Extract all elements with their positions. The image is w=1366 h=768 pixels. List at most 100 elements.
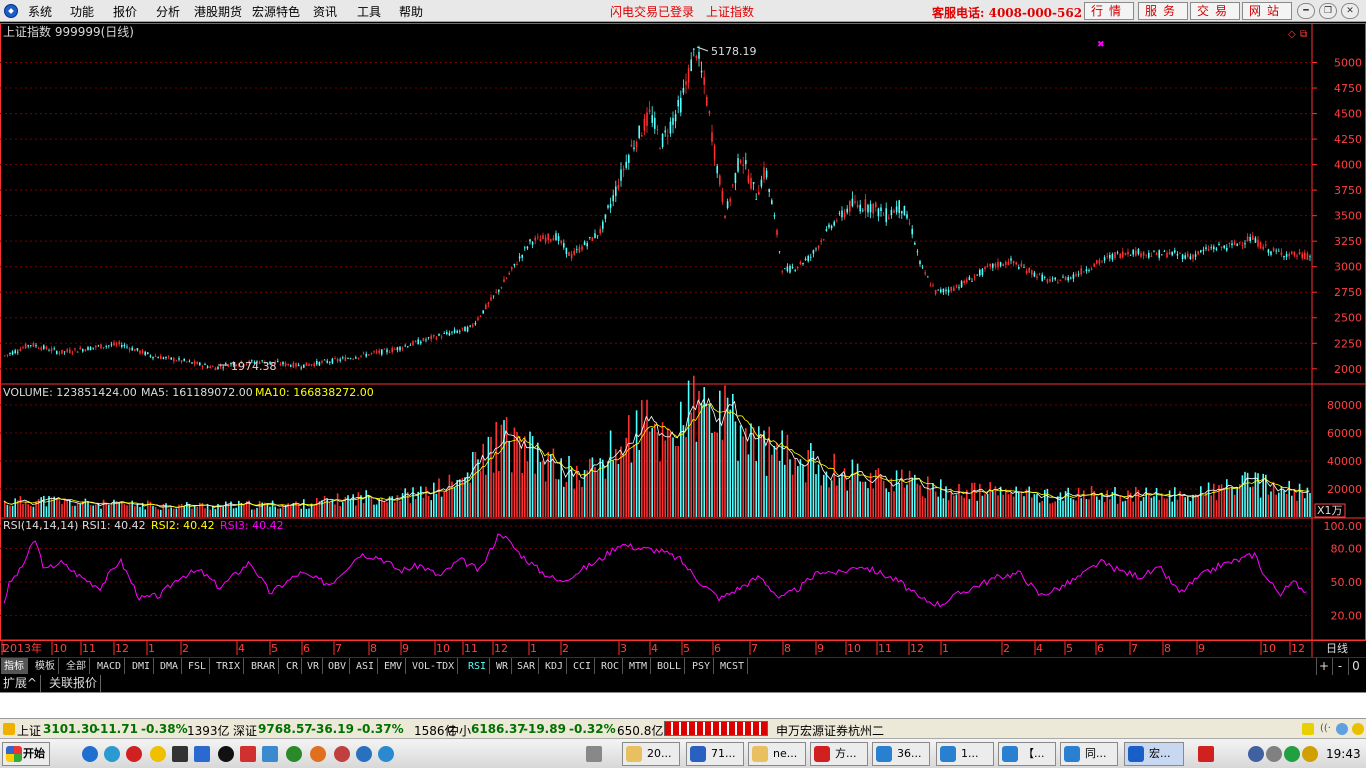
volume-bar (433, 482, 435, 517)
ie-blue-icon[interactable] (378, 746, 394, 762)
tab-control-1[interactable]: - (1332, 658, 1347, 675)
indicator-tab-dma[interactable]: DMA (157, 658, 183, 674)
close-icon[interactable]: ✕ (1341, 3, 1359, 19)
restore-icon[interactable]: ❐ (1319, 3, 1337, 19)
indicator-tab-指标[interactable]: 指标 (1, 658, 28, 674)
service-button[interactable]: 服务 (1138, 2, 1188, 20)
volume-bar (412, 487, 414, 517)
volume-bar (968, 499, 971, 517)
app-logo-icon[interactable] (4, 4, 18, 18)
indicator-tab-kdj[interactable]: KDJ (542, 658, 568, 674)
date-label: 5 (683, 642, 690, 655)
volume-bar (1127, 490, 1129, 517)
media-icon[interactable] (172, 746, 188, 762)
indicator-tab-模板[interactable]: 模板 (32, 658, 59, 674)
orange-icon[interactable] (310, 746, 326, 762)
keyboard-icon[interactable] (586, 746, 602, 762)
login-status[interactable]: 闪电交易已登录 (610, 3, 694, 20)
tray-icon-1[interactable] (1248, 746, 1264, 762)
indicator-tab-cr[interactable]: CR (283, 658, 303, 674)
menu-quote[interactable]: 报价 (113, 3, 137, 20)
indicator-tab-obv[interactable]: OBV (325, 658, 351, 674)
volume-bar (225, 501, 227, 517)
volume-bar (321, 500, 323, 517)
smiley-icon[interactable] (150, 746, 166, 762)
market-button[interactable]: 行情 (1084, 2, 1134, 20)
indicator-tab-cci[interactable]: CCI (570, 658, 596, 674)
tray-icon-3[interactable] (1284, 746, 1300, 762)
menu-help[interactable]: 帮助 (399, 3, 423, 20)
volume-bar (846, 490, 848, 517)
volume-bar (1259, 497, 1262, 517)
ie-red-icon[interactable] (126, 746, 142, 762)
indicator-tab-vol-tdx[interactable]: VOL-TDX (409, 658, 459, 674)
indicator-tab-fsl[interactable]: FSL (185, 658, 211, 674)
task-item-4[interactable]: 方... (810, 742, 868, 766)
candle-body (544, 237, 547, 243)
volume-bar (1132, 501, 1134, 517)
menu-tools[interactable]: 工具 (357, 3, 381, 20)
indicator-tab-brar[interactable]: BRAR (248, 658, 280, 674)
task-item-6[interactable]: 1... (936, 742, 994, 766)
folder-icon[interactable] (262, 746, 278, 762)
candle-body (401, 347, 404, 349)
indicator-tab-macd[interactable]: MACD (94, 658, 126, 674)
tray-icon-4[interactable] (1302, 746, 1318, 762)
menu-system[interactable]: 系统 (28, 3, 52, 20)
menu-hk-futures[interactable]: 港股期货 (194, 3, 242, 20)
tab-control-0[interactable]: + (1316, 658, 1331, 675)
kline-chart[interactable]: 2000225025002750300032503500375040004250… (0, 23, 1366, 657)
qq-icon[interactable] (218, 746, 234, 762)
indicator-tab-sar[interactable]: SAR (514, 658, 540, 674)
chrome-icon[interactable] (356, 746, 372, 762)
indicator-tab-mtm[interactable]: MTM (626, 658, 652, 674)
task-item-8[interactable]: 同... (1060, 742, 1118, 766)
lock-icon[interactable] (1302, 723, 1314, 735)
indicator-tab-mcst[interactable]: MCST (717, 658, 749, 674)
task-item-2[interactable]: 71... (686, 742, 744, 766)
task-item-7[interactable]: 【... (998, 742, 1056, 766)
task-item-1[interactable]: 20... (622, 742, 680, 766)
menu-function[interactable]: 功能 (70, 3, 94, 20)
trade-button[interactable]: 交易 (1190, 2, 1240, 20)
volume-bar (1031, 497, 1033, 517)
app-icon[interactable] (194, 746, 210, 762)
task-item-3[interactable]: ne... (748, 742, 806, 766)
red-icon[interactable] (334, 746, 350, 762)
tray-flag-icon[interactable] (1198, 746, 1214, 762)
tab-control-2[interactable]: 0 (1348, 658, 1363, 675)
expand-tab[interactable]: 扩展^ (0, 675, 42, 692)
indicator-tab-asi[interactable]: ASI (353, 658, 379, 674)
menu-news[interactable]: 资讯 (313, 3, 337, 20)
indicator-tab-wr[interactable]: WR (493, 658, 513, 674)
minimize-icon[interactable]: ━ (1297, 3, 1315, 19)
indicator-tab-roc[interactable]: ROC (598, 658, 624, 674)
tray-icon-2[interactable] (1266, 746, 1282, 762)
indicator-tab-trix[interactable]: TRIX (213, 658, 245, 674)
chart-area[interactable]: 2000 2250 2500 2750 3000 3250 3500 3750 4000 4250… (0, 23, 1366, 675)
task-item-5[interactable]: 36... (872, 742, 930, 766)
indicator-tab-全部[interactable]: 全部 (63, 658, 90, 674)
tool-icon[interactable] (240, 746, 256, 762)
candle-body (305, 362, 308, 366)
ma5-legend: MA5: 161189072.00 (141, 386, 253, 399)
menu-hongyuan[interactable]: 宏源特色 (252, 3, 300, 20)
related-quote-tab[interactable]: 关联报价 (46, 675, 102, 692)
menu-analysis[interactable]: 分析 (156, 3, 180, 20)
indicator-tab-rsi[interactable]: RSI (465, 658, 491, 674)
browser-icon[interactable] (104, 746, 120, 762)
volume-bar (134, 506, 136, 517)
green-icon[interactable] (286, 746, 302, 762)
volume-bar (1246, 472, 1249, 517)
ie-icon[interactable] (82, 746, 98, 762)
indicator-tab-dmi[interactable]: DMI (129, 658, 155, 674)
indicator-tab-psy[interactable]: PSY (689, 658, 715, 674)
network-icon[interactable] (1336, 723, 1348, 735)
website-button[interactable]: 网站 (1242, 2, 1292, 20)
task-item-active[interactable]: 宏... (1124, 742, 1184, 766)
start-button[interactable]: 开始 (2, 742, 50, 766)
indicator-tab-vr[interactable]: VR (304, 658, 324, 674)
info-icon[interactable] (1352, 723, 1364, 735)
indicator-tab-boll[interactable]: BOLL (654, 658, 686, 674)
indicator-tab-emv[interactable]: EMV (381, 658, 407, 674)
